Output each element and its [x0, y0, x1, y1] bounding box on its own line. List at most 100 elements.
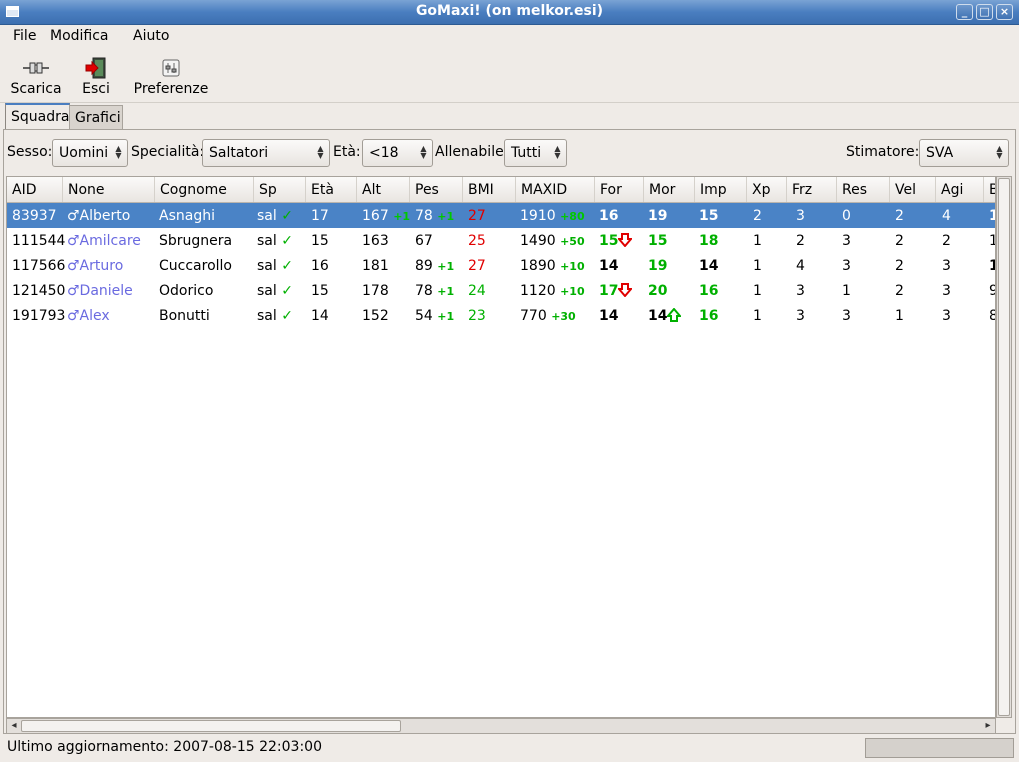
estimator-label: Stimatore:	[846, 144, 920, 160]
table-row[interactable]: 117566 ♂Arturo Cuccarollo sal ✓ 16 181 8…	[7, 253, 995, 278]
tab-charts[interactable]: Grafici	[69, 105, 123, 129]
col-bmi[interactable]: BMI	[463, 177, 516, 202]
menu-file[interactable]: File	[13, 28, 36, 44]
col-weight[interactable]: Pes	[410, 177, 463, 202]
col-surname[interactable]: Cognome	[155, 177, 254, 202]
cell-name: ♂Alberto	[67, 208, 131, 224]
cell-for: 16	[599, 208, 619, 224]
cell-maxid: 770 +30	[520, 308, 576, 324]
scroll-right-icon[interactable]: ▸	[981, 719, 995, 733]
cell-sp: sal ✓	[257, 258, 293, 274]
col-xp[interactable]: Xp	[747, 177, 787, 202]
exit-icon	[85, 57, 107, 79]
check-icon: ✓	[281, 233, 293, 249]
col-imp[interactable]: Imp	[695, 177, 747, 202]
col-height[interactable]: Alt	[357, 177, 410, 202]
progress-bar	[865, 738, 1014, 758]
cell-res: 1	[842, 283, 851, 299]
col-frz[interactable]: Frz	[787, 177, 837, 202]
cell-height: 163	[362, 233, 389, 249]
col-aid[interactable]: AID	[7, 177, 63, 202]
cell-res: 3	[842, 233, 851, 249]
title-bar: GoMaxi! (on melkor.esi) _ □ ×	[0, 0, 1019, 25]
scroll-left-icon[interactable]: ◂	[7, 719, 21, 733]
cell-weight: 54 +1	[415, 308, 454, 324]
maxid-value: 1120	[520, 283, 556, 299]
window-title: GoMaxi! (on melkor.esi)	[415, 3, 604, 19]
specialty-combo[interactable]: Saltatori ▲ ▼	[202, 139, 330, 167]
quit-button[interactable]: Esci	[78, 54, 114, 100]
weight-value: 78	[415, 208, 433, 224]
col-agi[interactable]: Agi	[936, 177, 984, 202]
cell-bmi: 23	[468, 308, 486, 324]
cell-vel: 2	[895, 208, 904, 224]
for-value: 15	[599, 233, 619, 249]
vertical-scroll-thumb[interactable]	[998, 178, 1010, 716]
table-row[interactable]: 121450 ♂Daniele Odorico sal ✓ 15 178 78 …	[7, 278, 995, 303]
col-vel[interactable]: Vel	[890, 177, 936, 202]
cell-xp: 1	[753, 283, 762, 299]
col-maxid[interactable]: MAXID	[516, 177, 595, 202]
sex-combo[interactable]: Uomini ▲ ▼	[52, 139, 128, 167]
status-bar: Ultimo aggiornamento: 2007-08-15 22:03:0…	[0, 736, 1019, 762]
maxid-value: 1490	[520, 233, 556, 249]
cell-weight: 67	[415, 233, 433, 249]
vertical-scrollbar[interactable]	[996, 176, 1012, 718]
table-row[interactable]: 111544 ♂Amilcare Sbrugnera sal ✓ 15 163 …	[7, 228, 995, 253]
table-row[interactable]: 191793 ♂Alex Bonutti sal ✓ 14 152 54 +1 …	[7, 303, 995, 328]
close-button[interactable]: ×	[996, 4, 1013, 20]
cell-sp: sal ✓	[257, 283, 293, 299]
maximize-button[interactable]: □	[976, 4, 993, 20]
horizontal-scrollbar[interactable]: ◂ ▸	[6, 718, 996, 734]
cell-xp: 1	[753, 233, 762, 249]
col-name[interactable]: None	[63, 177, 155, 202]
table-row[interactable]: 83937 ♂Alberto Asnaghi sal ✓ 17 167 +1 7…	[7, 203, 995, 228]
cell-agi: 3	[942, 283, 951, 299]
sp-value: sal	[257, 258, 277, 274]
check-icon: ✓	[281, 283, 293, 299]
col-for[interactable]: For	[595, 177, 644, 202]
col-age[interactable]: Età	[306, 177, 357, 202]
players-table[interactable]: AID None Cognome Sp Età Alt Pes BMI MAXI…	[6, 176, 996, 718]
menu-bar: File Modifica Aiuto	[0, 25, 1019, 49]
age-combo[interactable]: <18 ▲ ▼	[362, 139, 433, 167]
toolbar: Scarica Esci Preferenze	[0, 50, 1019, 103]
col-sp[interactable]: Sp	[254, 177, 306, 202]
cell-mor: 14	[648, 307, 683, 324]
col-res[interactable]: Res	[837, 177, 890, 202]
download-button[interactable]: Scarica	[8, 54, 64, 100]
maxid-delta: +10	[560, 285, 585, 298]
col-mor[interactable]: Mor	[644, 177, 695, 202]
cell-height: 181	[362, 258, 389, 274]
menu-help[interactable]: Aiuto	[133, 28, 169, 44]
minimize-button[interactable]: _	[956, 4, 973, 20]
sp-value: sal	[257, 308, 277, 324]
cell-sp: sal ✓	[257, 208, 293, 224]
combo-arrows-icon: ▲ ▼	[420, 144, 427, 160]
horizontal-scroll-thumb[interactable]	[21, 720, 401, 732]
sex-label: Sesso:	[7, 144, 53, 160]
mor-value: 14	[648, 308, 668, 324]
tab-team[interactable]: Squadra	[5, 103, 70, 130]
maxid-value: 1890	[520, 258, 556, 274]
cell-vel: 2	[895, 258, 904, 274]
preferences-button[interactable]: Preferenze	[130, 54, 212, 100]
cell-maxid: 1120 +10	[520, 283, 585, 299]
cell-b: 1	[989, 233, 995, 249]
estimator-combo[interactable]: SVA ▲ ▼	[919, 139, 1009, 167]
trainable-combo[interactable]: Tutti ▲ ▼	[504, 139, 567, 167]
cell-age: 15	[311, 233, 329, 249]
col-b[interactable]: B	[984, 177, 995, 202]
menu-edit[interactable]: Modifica	[50, 28, 109, 44]
cell-weight: 78 +1	[415, 283, 454, 299]
cell-maxid: 1890 +10	[520, 258, 585, 274]
combo-arrows-icon: ▲ ▼	[115, 144, 122, 160]
cell-xp: 1	[753, 258, 762, 274]
preferences-label: Preferenze	[133, 81, 209, 97]
cell-surname: Bonutti	[159, 308, 210, 324]
sp-value: sal	[257, 283, 277, 299]
cell-b: 8	[989, 308, 995, 324]
plug-icon	[23, 57, 49, 79]
cell-aid: 121450	[12, 283, 66, 299]
cell-vel: 1	[895, 308, 904, 324]
